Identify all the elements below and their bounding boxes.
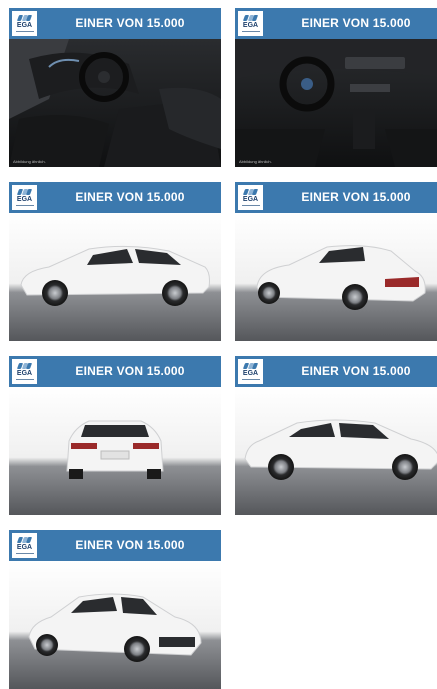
banner-text: EINER VON 15.000 [75, 190, 185, 204]
car-photo: Abbildung ähnlich. [235, 39, 437, 167]
gallery-image-side-right[interactable]: EGA EINER VON 15.000 [235, 356, 437, 515]
ega-logo: EGA [238, 11, 263, 36]
promo-banner: EGA EINER VON 15.000 [235, 8, 437, 39]
ega-logo: EGA [238, 185, 263, 210]
gallery-image-rear-three-quarter[interactable]: EGA EINER VON 15.000 [235, 182, 437, 341]
car-photo [235, 387, 437, 515]
ega-logo: EGA [12, 11, 37, 36]
promo-banner: EGA EINER VON 15.000 [235, 182, 437, 213]
gallery-image-interior-dashboard[interactable]: EGA EINER VON 15.000 Abbildung ähnlich. [235, 8, 437, 167]
gallery-image-side-left[interactable]: EGA EINER VON 15.000 [9, 182, 221, 341]
promo-banner: EGA EINER VON 15.000 [9, 356, 221, 387]
car-photo [9, 561, 221, 689]
promo-banner: EGA EINER VON 15.000 [9, 530, 221, 561]
ega-logo: EGA [12, 533, 37, 558]
banner-text: EINER VON 15.000 [301, 190, 411, 204]
promo-banner: EGA EINER VON 15.000 [9, 8, 221, 39]
banner-text: EINER VON 15.000 [75, 364, 185, 378]
ega-logo: EGA [238, 359, 263, 384]
car-photo [9, 213, 221, 341]
ega-logo: EGA [12, 185, 37, 210]
gallery-image-front-three-quarter[interactable]: EGA EINER VON 15.000 [9, 530, 221, 689]
banner-text: EINER VON 15.000 [301, 364, 411, 378]
image-caption: Abbildung ähnlich. [13, 159, 46, 164]
promo-banner: EGA EINER VON 15.000 [235, 356, 437, 387]
car-photo [9, 387, 221, 515]
car-photo [235, 213, 437, 341]
image-caption: Abbildung ähnlich. [239, 159, 272, 164]
banner-text: EINER VON 15.000 [75, 538, 185, 552]
gallery-image-rear[interactable]: EGA EINER VON 15.000 [9, 356, 221, 515]
ega-logo: EGA [12, 359, 37, 384]
car-photo: Abbildung ähnlich. [9, 39, 221, 167]
banner-text: EINER VON 15.000 [75, 16, 185, 30]
banner-text: EINER VON 15.000 [301, 16, 411, 30]
promo-banner: EGA EINER VON 15.000 [9, 182, 221, 213]
gallery-image-interior-driver[interactable]: EGA EINER VON 15.000 Abbildung ähnlich. [9, 8, 221, 167]
